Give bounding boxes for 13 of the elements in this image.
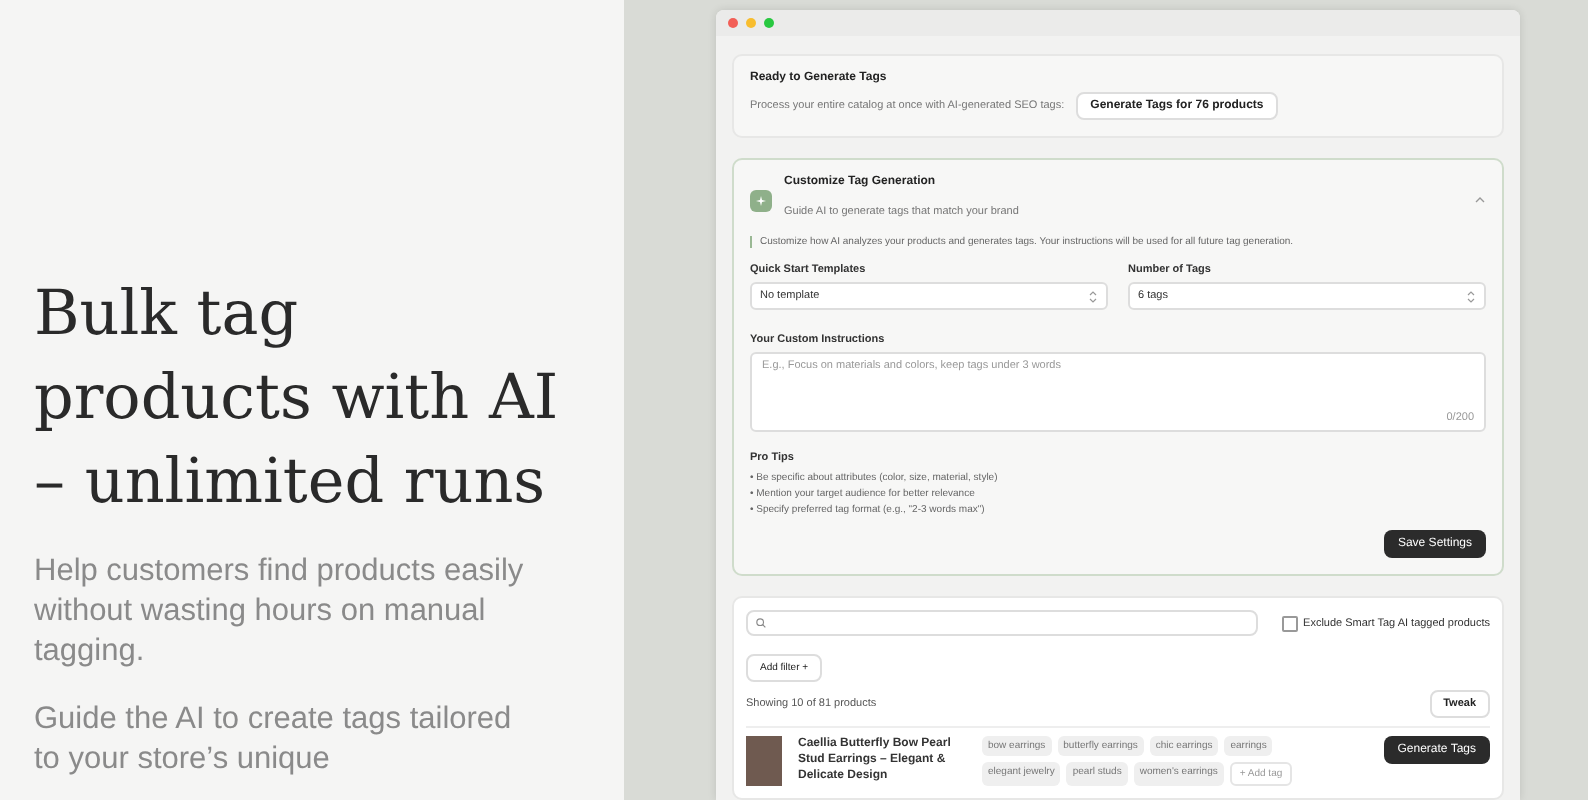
headline: Bulk tag products with AI – unlimited runs [34,276,561,522]
description-text: Guide the AI to create tags tailored to your store’s unique [34,700,514,780]
close-dot-icon[interactable] [728,18,738,28]
photo-placeholder [746,736,782,786]
minimize-dot-icon[interactable] [746,18,756,28]
chevron-up-icon[interactable] [1474,196,1486,204]
chevron-up-down-icon [1088,289,1098,303]
maximize-dot-icon[interactable] [764,18,774,28]
description-text: Help customers find products easily without wasting hours on manual tagging. [34,552,526,672]
chevron-up-down-icon [1466,289,1476,303]
checkbox[interactable] [1281,615,1298,631]
search-icon [756,618,766,628]
search-field[interactable] [746,610,1258,636]
